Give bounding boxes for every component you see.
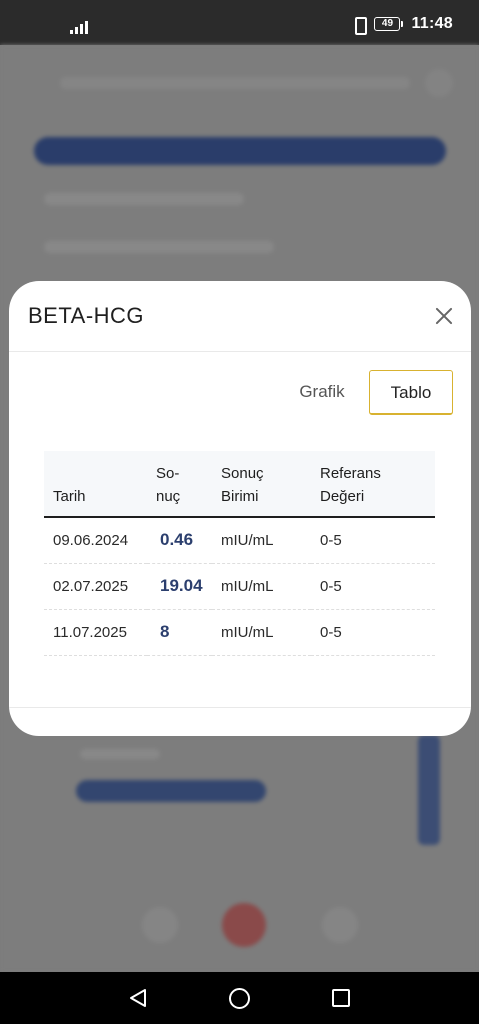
tab-tablo[interactable]: Tablo bbox=[369, 370, 453, 415]
table-row: 09.06.2024 0.46 mIU/mL 0-5 bbox=[44, 517, 435, 564]
table-row: 02.07.2025 19.04 mIU/mL 0-5 bbox=[44, 563, 435, 610]
tab-grafik[interactable]: Grafik bbox=[292, 370, 352, 415]
table-header-row: Tarih So-nuç Sonuç Birimi Referans Değeri bbox=[44, 451, 435, 518]
modal-title: BETA-HCG bbox=[28, 303, 145, 328]
cell-unit: mIU/mL bbox=[212, 517, 311, 564]
status-bar: 49 11:48 bbox=[0, 0, 479, 45]
cell-date: 09.06.2024 bbox=[44, 517, 147, 564]
battery-icon: 49 bbox=[374, 17, 404, 31]
cell-reference: 0-5 bbox=[311, 517, 435, 564]
recent-apps-icon[interactable] bbox=[332, 989, 350, 1007]
footer-divider bbox=[9, 707, 471, 708]
navigation-bar bbox=[0, 972, 479, 1024]
header-date: Tarih bbox=[44, 451, 147, 518]
cell-reference: 0-5 bbox=[311, 609, 435, 656]
cell-value: 0.46 bbox=[147, 517, 212, 564]
cell-unit: mIU/mL bbox=[212, 563, 311, 610]
signal-icon bbox=[70, 18, 96, 34]
status-time: 11:48 bbox=[411, 15, 453, 32]
back-icon[interactable] bbox=[128, 988, 148, 1008]
results-table: Tarih So-nuç Sonuç Birimi Referans Değeri … bbox=[44, 451, 435, 656]
battery-level: 49 bbox=[374, 17, 401, 31]
cell-date: 11.07.2025 bbox=[44, 609, 147, 656]
cell-unit: mIU/mL bbox=[212, 609, 311, 656]
result-modal: BETA-HCG Grafik Tablo Tarih So-nuç Sonuç… bbox=[9, 281, 471, 736]
vibrate-icon bbox=[352, 16, 368, 35]
home-icon[interactable] bbox=[229, 988, 250, 1009]
cell-reference: 0-5 bbox=[311, 563, 435, 610]
header-divider bbox=[9, 351, 471, 352]
header-reference: Referans Değeri bbox=[311, 451, 435, 518]
table-row: 11.07.2025 8 mIU/mL 0-5 bbox=[44, 609, 435, 656]
header-result: So-nuç bbox=[147, 451, 212, 518]
header-unit: Sonuç Birimi bbox=[212, 451, 311, 518]
cell-date: 02.07.2025 bbox=[44, 563, 147, 610]
cell-value: 8 bbox=[147, 609, 212, 656]
cell-value: 19.04 bbox=[147, 563, 212, 610]
close-icon[interactable] bbox=[431, 303, 457, 329]
